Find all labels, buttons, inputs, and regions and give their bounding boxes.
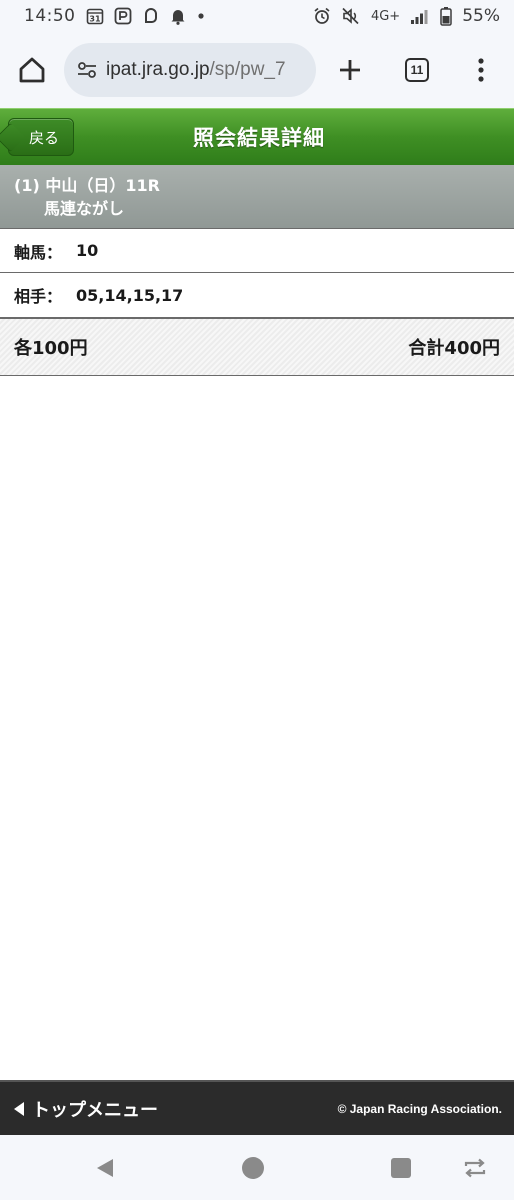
url-path: /sp/pw_7 bbox=[209, 59, 286, 80]
status-right: 4G+ 55% bbox=[313, 6, 500, 26]
nav-back-button[interactable] bbox=[92, 1155, 118, 1181]
page-title: 照会結果詳細 bbox=[193, 126, 325, 150]
nav-back-icon bbox=[97, 1159, 113, 1177]
back-button-label: 戻る bbox=[28, 128, 59, 147]
calendar-day: 31 bbox=[89, 15, 101, 24]
browser-toolbar: ipat.jra.go.jp/sp/pw_7 11 bbox=[0, 32, 514, 108]
page-header: 戻る 照会結果詳細 bbox=[0, 108, 514, 165]
network-type: 4G+ bbox=[370, 8, 401, 24]
browser-menu-button[interactable] bbox=[450, 32, 512, 108]
battery-percent: 55% bbox=[462, 6, 500, 26]
status-bar: 14:50 31 4G+ 55% bbox=[0, 0, 514, 32]
more-notifications-dot-icon bbox=[196, 11, 206, 21]
app-notification-icon bbox=[142, 7, 160, 25]
mute-icon bbox=[341, 7, 361, 25]
back-button[interactable]: 戻る bbox=[8, 118, 74, 156]
new-tab-button[interactable] bbox=[316, 32, 384, 108]
top-menu-label: トップメニュー bbox=[32, 1099, 158, 1121]
amount-total: 合計400円 bbox=[408, 338, 500, 359]
axis-horse-label: 軸馬： bbox=[14, 242, 63, 262]
url-bar[interactable]: ipat.jra.go.jp/sp/pw_7 bbox=[64, 43, 316, 97]
race-info: (1) 中山（日）11R 馬連ながし bbox=[0, 165, 514, 228]
system-nav-bar bbox=[0, 1135, 514, 1200]
partner-horses-row: 相手： 05,14,15,17 bbox=[0, 273, 514, 318]
bet-type: 馬連ながし bbox=[44, 199, 125, 218]
status-left: 14:50 31 bbox=[24, 6, 206, 26]
triangle-left-icon bbox=[14, 1101, 24, 1116]
paypay-icon bbox=[114, 7, 132, 25]
nav-home-icon bbox=[242, 1157, 264, 1179]
url-domain: ipat.jra.go.jp bbox=[106, 59, 210, 80]
partner-horses-value: 05,14,15,17 bbox=[76, 285, 184, 305]
calendar-icon: 31 bbox=[86, 7, 104, 25]
alarm-icon bbox=[313, 7, 331, 25]
site-settings-icon[interactable] bbox=[76, 59, 98, 81]
plus-icon bbox=[340, 60, 360, 80]
nav-recents-button[interactable] bbox=[388, 1155, 414, 1181]
rotate-screen-button[interactable] bbox=[462, 1155, 488, 1181]
tab-switcher-button[interactable]: 11 bbox=[384, 32, 450, 108]
axis-horse-value: 10 bbox=[76, 241, 99, 260]
home-button[interactable] bbox=[0, 32, 64, 108]
status-time: 14:50 bbox=[24, 6, 76, 26]
nav-recents-icon bbox=[391, 1158, 411, 1178]
url-text[interactable]: ipat.jra.go.jp/sp/pw_7 bbox=[106, 59, 286, 81]
tab-count: 11 bbox=[405, 58, 429, 82]
top-menu-link[interactable]: トップメニュー bbox=[12, 1096, 158, 1122]
nav-home-button[interactable] bbox=[240, 1155, 266, 1181]
amount-each: 各100円 bbox=[14, 338, 88, 359]
battery-icon bbox=[440, 6, 452, 26]
copyright-text: © Japan Racing Association. bbox=[337, 1101, 502, 1116]
home-icon bbox=[19, 57, 45, 83]
race-name: (1) 中山（日）11R bbox=[14, 176, 160, 195]
partner-horses-label: 相手： bbox=[14, 287, 63, 306]
signal-icon bbox=[410, 7, 430, 25]
rotate-icon bbox=[464, 1158, 486, 1178]
footer-bar: トップメニュー © Japan Racing Association. bbox=[0, 1080, 514, 1135]
axis-horse-row: 軸馬： 10 bbox=[0, 228, 514, 273]
bell-icon bbox=[170, 7, 186, 25]
more-vertical-icon bbox=[478, 58, 484, 82]
amount-row: 各100円 合計400円 bbox=[0, 318, 514, 376]
